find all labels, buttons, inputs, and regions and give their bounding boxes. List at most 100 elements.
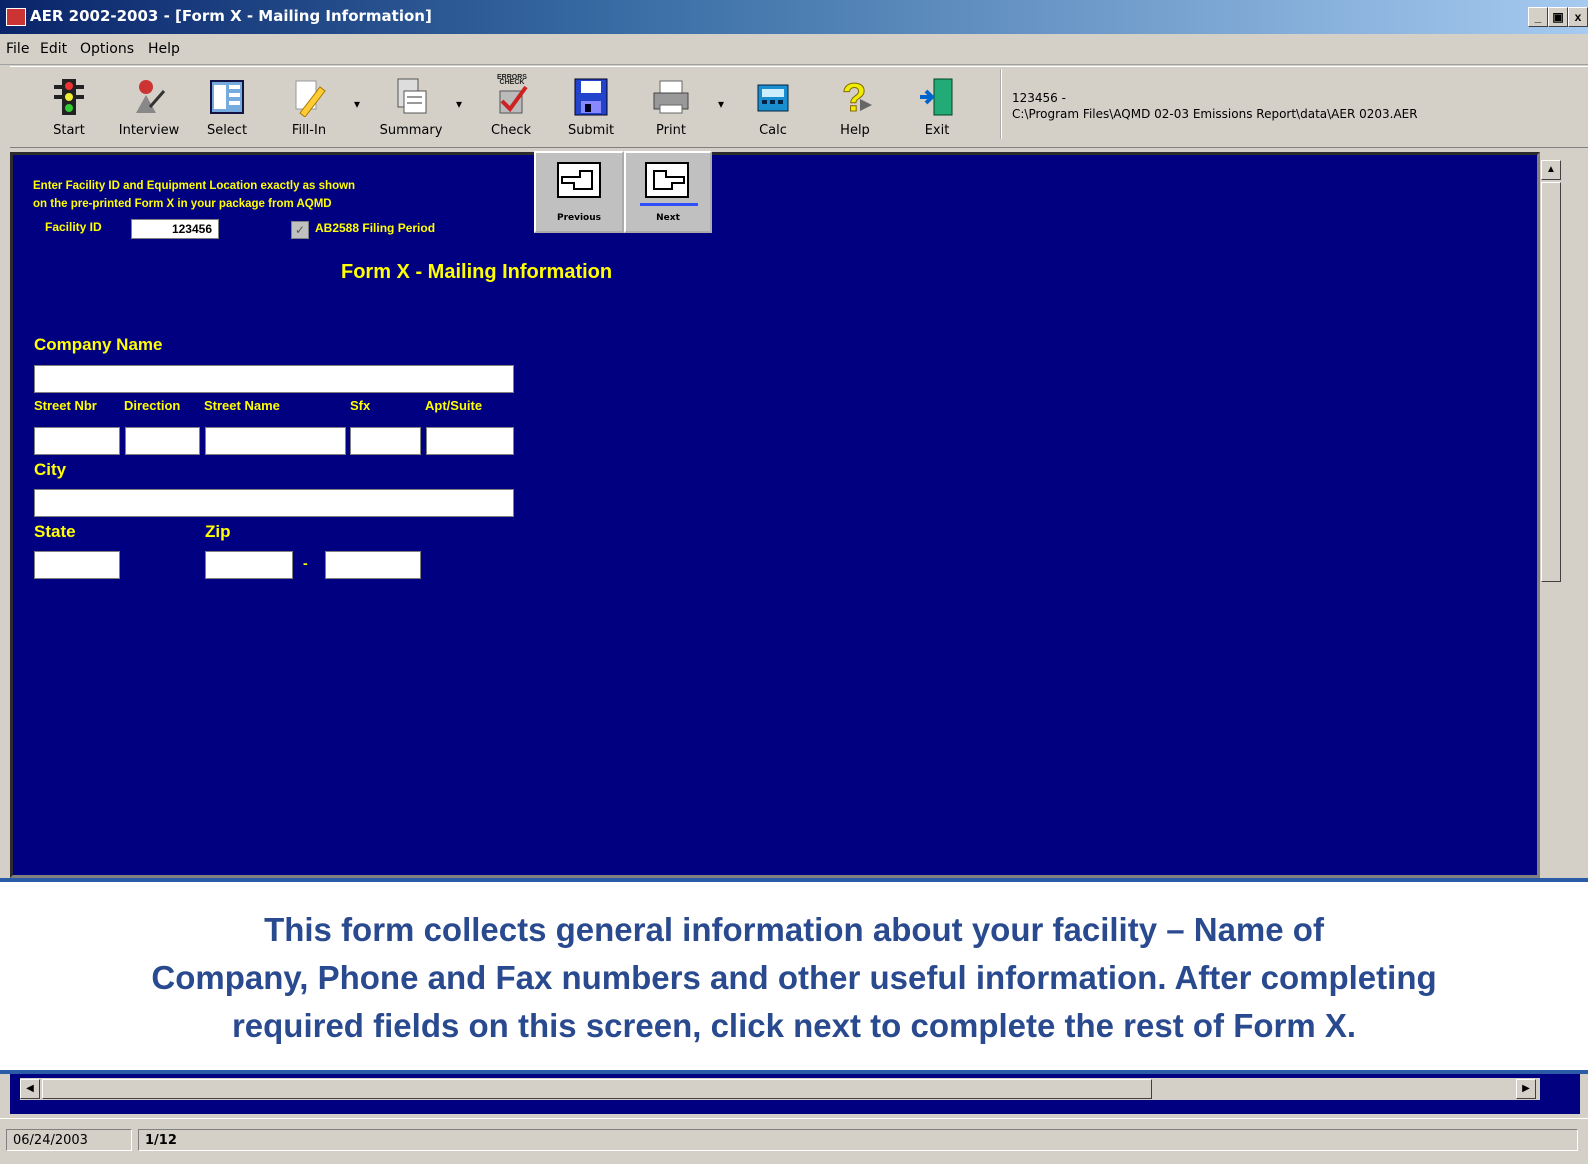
svg-text:?: ? xyxy=(842,77,866,117)
scroll-up-button[interactable]: ▲ xyxy=(1541,160,1561,180)
file-path-text: C:\Program Files\AQMD 02-03 Emissions Re… xyxy=(1012,107,1418,121)
select-button[interactable]: Select xyxy=(188,73,266,145)
traffic-light-icon xyxy=(54,79,84,115)
help-question-icon: ? xyxy=(842,77,872,117)
direction-label: Direction xyxy=(124,398,181,413)
fill-in-dropdown-icon[interactable]: ▾ xyxy=(354,97,364,111)
exit-door-icon xyxy=(920,78,953,116)
zip-field[interactable] xyxy=(205,551,293,579)
interview-button[interactable]: Interview xyxy=(110,73,188,145)
check-icon xyxy=(499,85,528,114)
status-page: 1/12 xyxy=(138,1129,1578,1151)
status-date: 06/24/2003 xyxy=(6,1129,132,1151)
printer-icon xyxy=(653,80,689,114)
ab2588-checkbox[interactable]: ✓ xyxy=(291,221,309,239)
print-dropdown-icon[interactable]: ▾ xyxy=(718,97,728,111)
apt-suite-label: Apt/Suite xyxy=(425,398,483,413)
toolbar: Start Interview Select Fill-In ▾ Summary… xyxy=(10,66,1588,148)
close-button[interactable]: x xyxy=(1568,7,1588,27)
check-label: Check xyxy=(491,123,531,138)
submit-button[interactable]: Submit xyxy=(552,73,630,145)
vertical-scrollbar[interactable]: ▲ xyxy=(1540,152,1562,878)
zip-dash: - xyxy=(303,555,308,571)
instruction-text: Enter Facility ID and Equipment Location… xyxy=(33,177,355,213)
exit-button[interactable]: Exit xyxy=(898,73,976,145)
print-label: Print xyxy=(656,123,686,138)
calculator-icon xyxy=(757,84,789,112)
facility-id-field[interactable]: 123456 xyxy=(131,219,219,239)
summary-label: Summary xyxy=(379,123,443,138)
apt-suite-field[interactable] xyxy=(426,427,514,455)
file-id-text: 123456 - xyxy=(1012,91,1066,105)
menu-edit[interactable]: Edit xyxy=(40,41,67,57)
start-label: Start xyxy=(53,123,85,138)
zip-label: Zip xyxy=(205,522,231,541)
app-icon xyxy=(6,8,26,26)
summary-dropdown-icon[interactable]: ▾ xyxy=(456,97,466,111)
menu-options[interactable]: Options xyxy=(80,41,134,57)
previous-label: Previous xyxy=(556,213,602,223)
horizontal-scroll-thumb[interactable] xyxy=(42,1079,1152,1099)
scroll-left-button[interactable]: ◀ xyxy=(20,1079,40,1099)
street-name-field[interactable] xyxy=(205,427,346,455)
interview-label: Interview xyxy=(118,123,180,138)
ab2588-label: AB2588 Filing Period xyxy=(315,221,436,235)
check-button[interactable]: ERRORS CHECK Check xyxy=(472,73,550,145)
caption-text: This form collects general information a… xyxy=(151,911,1437,1044)
maximize-button[interactable]: ▣ xyxy=(1548,7,1568,27)
start-button[interactable]: Start xyxy=(30,73,108,145)
previous-button[interactable]: Previous xyxy=(534,151,624,233)
caption-banner: This form collects general information a… xyxy=(0,878,1588,1074)
exit-label: Exit xyxy=(924,123,950,138)
sfx-label: Sfx xyxy=(350,398,371,413)
fill-in-label: Fill-In xyxy=(291,123,327,138)
street-nbr-field[interactable] xyxy=(34,427,120,455)
select-list-icon xyxy=(210,80,244,114)
calc-label: Calc xyxy=(759,123,787,138)
city-label: City xyxy=(34,460,67,479)
form-title: Form X - Mailing Information xyxy=(341,261,613,283)
instruction-line-1: Enter Facility ID and Equipment Location… xyxy=(33,180,356,192)
horizontal-scrollbar[interactable]: ◀ ▶ xyxy=(20,1078,1540,1100)
hand-pointing-right-icon xyxy=(645,162,689,198)
next-label: Next xyxy=(656,213,680,223)
vertical-scroll-thumb[interactable] xyxy=(1541,182,1561,582)
street-nbr-label: Street Nbr xyxy=(34,398,97,413)
menu-help[interactable]: Help xyxy=(148,41,180,57)
status-bar: 06/24/2003 1/12 xyxy=(0,1118,1588,1164)
submit-label: Submit xyxy=(567,123,615,138)
select-label: Select xyxy=(206,123,248,138)
street-name-label: Street Name xyxy=(204,398,280,413)
scroll-right-button[interactable]: ▶ xyxy=(1516,1079,1536,1099)
title-bar: AER 2002-2003 - [Form X - Mailing Inform… xyxy=(0,0,1588,34)
summary-button[interactable]: Summary xyxy=(372,73,450,145)
direction-field[interactable] xyxy=(125,427,200,455)
facility-id-label: Facility ID xyxy=(45,220,102,234)
help-button[interactable]: ? Help xyxy=(816,73,894,145)
zip-extension-field[interactable] xyxy=(325,551,421,579)
state-label: State xyxy=(34,522,76,541)
company-name-field[interactable] xyxy=(34,365,514,393)
interview-icon xyxy=(136,80,166,113)
file-path-display: 123456 - C:\Program Files\AQMD 02-03 Emi… xyxy=(1000,69,1582,139)
state-field[interactable] xyxy=(34,551,120,579)
summary-icon xyxy=(397,78,427,114)
hand-pointing-left-icon xyxy=(557,162,601,198)
next-focus-underline xyxy=(640,203,698,206)
next-button[interactable]: Next xyxy=(624,151,712,233)
pencil-icon xyxy=(295,80,326,117)
calc-button[interactable]: Calc xyxy=(734,73,812,145)
form-area: Enter Facility ID and Equipment Location… xyxy=(10,151,1540,878)
company-name-label: Company Name xyxy=(34,335,163,354)
fill-in-button[interactable]: Fill-In xyxy=(270,73,348,145)
city-field[interactable] xyxy=(34,489,514,517)
instruction-line-2: on the pre-printed Form X in your packag… xyxy=(33,198,332,210)
window-title: AER 2002-2003 - [Form X - Mailing Inform… xyxy=(30,7,432,25)
print-button[interactable]: Print xyxy=(632,73,710,145)
sfx-field[interactable] xyxy=(350,427,421,455)
minimize-button[interactable]: _ xyxy=(1528,7,1548,27)
menu-file[interactable]: File xyxy=(6,41,29,57)
floppy-disk-icon xyxy=(574,78,608,116)
help-label: Help xyxy=(840,123,870,138)
menu-bar: File Edit Options Help xyxy=(0,34,1588,65)
